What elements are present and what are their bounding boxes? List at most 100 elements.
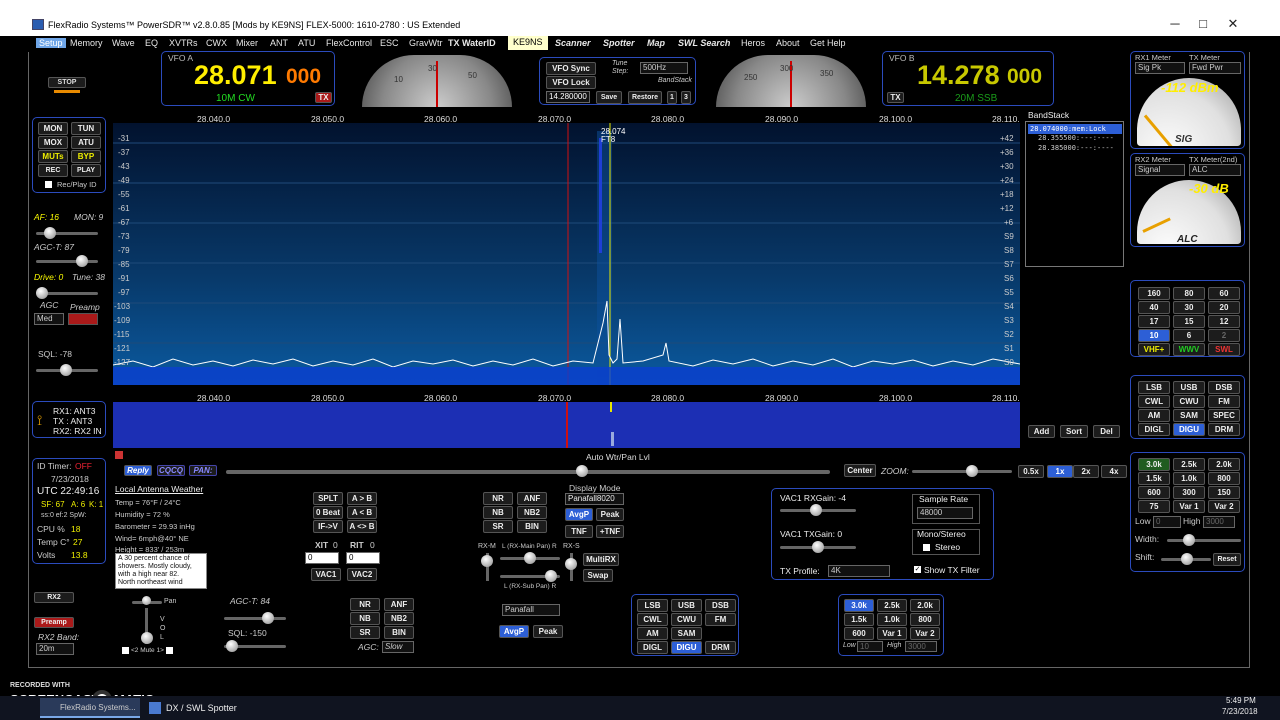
rx2-meter-select[interactable]: Signal [1135, 164, 1185, 176]
filter-75-button[interactable]: 75 [1138, 500, 1170, 513]
rx2-nb2-button[interactable]: NB2 [384, 612, 414, 625]
mode-fm-button[interactable]: FM [1208, 395, 1240, 408]
tune-step-select[interactable]: 500Hz [640, 62, 688, 74]
drive-slider-knob[interactable] [36, 287, 48, 299]
mode-lsb-button[interactable]: LSB [1138, 381, 1170, 394]
rx2-agc-select[interactable]: Slow [382, 641, 414, 653]
rx-sub-volume-knob[interactable] [565, 558, 577, 570]
menu-scanner[interactable]: Scanner [555, 38, 591, 48]
vac2-button[interactable]: VAC2 [347, 568, 377, 581]
mode-drm-button[interactable]: DRM [1208, 423, 1240, 436]
menu-map[interactable]: Map [647, 38, 665, 48]
filter-var2-button[interactable]: Var 2 [1208, 500, 1240, 513]
rx2-peak-button[interactable]: Peak [533, 625, 563, 638]
menu-gravwtr[interactable]: GravWtr [409, 38, 443, 48]
rx2-mode-digu[interactable]: DIGU [671, 641, 702, 654]
nb2-button[interactable]: NB2 [517, 506, 547, 519]
tx-profile-select[interactable]: 4K [828, 565, 890, 577]
rx-main-volume-knob[interactable] [481, 555, 493, 567]
cqcq-button[interactable]: CQCQ [157, 465, 185, 476]
mode-cwl-button[interactable]: CWL [1138, 395, 1170, 408]
menu-spotter[interactable]: Spotter [603, 38, 635, 48]
filter-high-input[interactable]: 3000 [1203, 516, 1235, 528]
preamp-select[interactable] [68, 313, 98, 325]
rx2-anf-button[interactable]: ANF [384, 598, 414, 611]
band-wwv-button[interactable]: WWV [1173, 343, 1205, 356]
mode-digl-button[interactable]: DIGL [1138, 423, 1170, 436]
rx2-nb-button[interactable]: NB [350, 612, 380, 625]
rec-button[interactable]: REC [38, 164, 68, 177]
vfo-a-frequency[interactable]: 28.071 [194, 60, 277, 91]
rx2-nr-button[interactable]: NR [350, 598, 380, 611]
muts-button[interactable]: MUTs [38, 150, 68, 163]
mode-dsb-button[interactable]: DSB [1208, 381, 1240, 394]
bandstack-delete-button[interactable]: Del [1093, 425, 1120, 438]
rx2-filter-2-5k[interactable]: 2.5k [877, 599, 907, 612]
rx2-mode-digl[interactable]: DIGL [637, 641, 668, 654]
center-button[interactable]: Center [844, 464, 876, 477]
agc-t-slider[interactable] [36, 260, 98, 263]
band-160-button[interactable]: 160 [1138, 287, 1170, 300]
filter-1-5k-button[interactable]: 1.5k [1138, 472, 1170, 485]
rx-main-pan-knob[interactable] [524, 552, 536, 564]
pan-button[interactable]: PAN: [189, 465, 217, 476]
menu-memory[interactable]: Memory [70, 38, 103, 48]
rx2-filter-2k[interactable]: 2.0k [910, 599, 940, 612]
menu-atu[interactable]: ATU [298, 38, 315, 48]
rit-label[interactable]: RIT [350, 540, 364, 550]
byp-button[interactable]: BYP [71, 150, 101, 163]
mode-digu-button[interactable]: DIGU [1173, 423, 1205, 436]
mute-1-checkbox[interactable] [166, 647, 173, 654]
vfo-a-frequency-sub[interactable]: 000 [286, 65, 321, 89]
rit-input[interactable]: 0 [346, 552, 380, 564]
menu-get-help[interactable]: Get Help [810, 38, 846, 48]
menu-esc[interactable]: ESC [380, 38, 399, 48]
rx2-mode-sam[interactable]: SAM [671, 627, 702, 640]
rx2-mode-lsb[interactable]: LSB [637, 599, 668, 612]
atu-button[interactable]: ATU [71, 136, 101, 149]
sql-slider-knob[interactable] [60, 364, 72, 376]
band-swl-button[interactable]: SWL [1208, 343, 1240, 356]
rx2-bin-button[interactable]: BIN [384, 626, 414, 639]
split-button[interactable]: SPLT [313, 492, 343, 505]
filter-width-slider[interactable] [1167, 539, 1241, 542]
agc-select[interactable]: Med [34, 313, 64, 325]
rx2-filter-var2[interactable]: Var 2 [910, 627, 940, 640]
rx2-mode-drm[interactable]: DRM [705, 641, 736, 654]
taskbar-app-powersdr[interactable]: FlexRadio Systems... [40, 698, 140, 718]
rx2-avgp-button[interactable]: AvgP [499, 625, 529, 638]
zero-beat-button[interactable]: 0 Beat [313, 506, 343, 519]
menu-cwx[interactable]: CWX [206, 38, 227, 48]
filter-shift-knob[interactable] [1181, 553, 1193, 565]
zoom-2x-button[interactable]: 2x [1073, 465, 1099, 478]
stop-button[interactable]: STOP [48, 77, 86, 88]
rx2-button[interactable]: RX2 [34, 592, 74, 603]
swap-button[interactable]: Swap [583, 569, 613, 582]
rx2-mode-fm[interactable]: FM [705, 613, 736, 626]
tx-meter-2nd-select[interactable]: ALC [1189, 164, 1241, 176]
menu-xvtrs[interactable]: XVTRs [169, 38, 198, 48]
filter-150-button[interactable]: 150 [1208, 486, 1240, 499]
a-swap-b-button[interactable]: A <> B [347, 520, 377, 533]
restore-button[interactable]: Restore [628, 91, 662, 104]
menu-wave[interactable]: Wave [112, 38, 135, 48]
filter-1k-button[interactable]: 1.0k [1173, 472, 1205, 485]
rx2-filter-600[interactable]: 600 [844, 627, 874, 640]
panadapter-display[interactable]: 28.074 FT8 [113, 123, 1020, 385]
menu-tx-waterid[interactable]: TX WaterID [448, 38, 496, 48]
menu-mixer[interactable]: Mixer [236, 38, 258, 48]
rx2-mode-cwl[interactable]: CWL [637, 613, 668, 626]
bandstack-1-button[interactable]: 1 [667, 91, 677, 104]
anf-button[interactable]: ANF [517, 492, 547, 505]
vac1-tx-gain-knob[interactable] [812, 541, 824, 553]
bandstack-add-button[interactable]: Add [1028, 425, 1055, 438]
rx2-band-select[interactable]: 20m [36, 643, 74, 655]
rx2-sr-button[interactable]: SR [350, 626, 380, 639]
menu-swl-search[interactable]: SWL Search [678, 38, 730, 48]
multirx-button[interactable]: MultiRX [583, 553, 619, 566]
rx2-mode-dsb[interactable]: DSB [705, 599, 736, 612]
mode-sam-button[interactable]: SAM [1173, 409, 1205, 422]
bandstack-entry[interactable]: 28.074000:mem:Lock [1028, 124, 1122, 134]
vac1-rx-gain-knob[interactable] [810, 504, 822, 516]
zoom-knob[interactable] [966, 465, 978, 477]
